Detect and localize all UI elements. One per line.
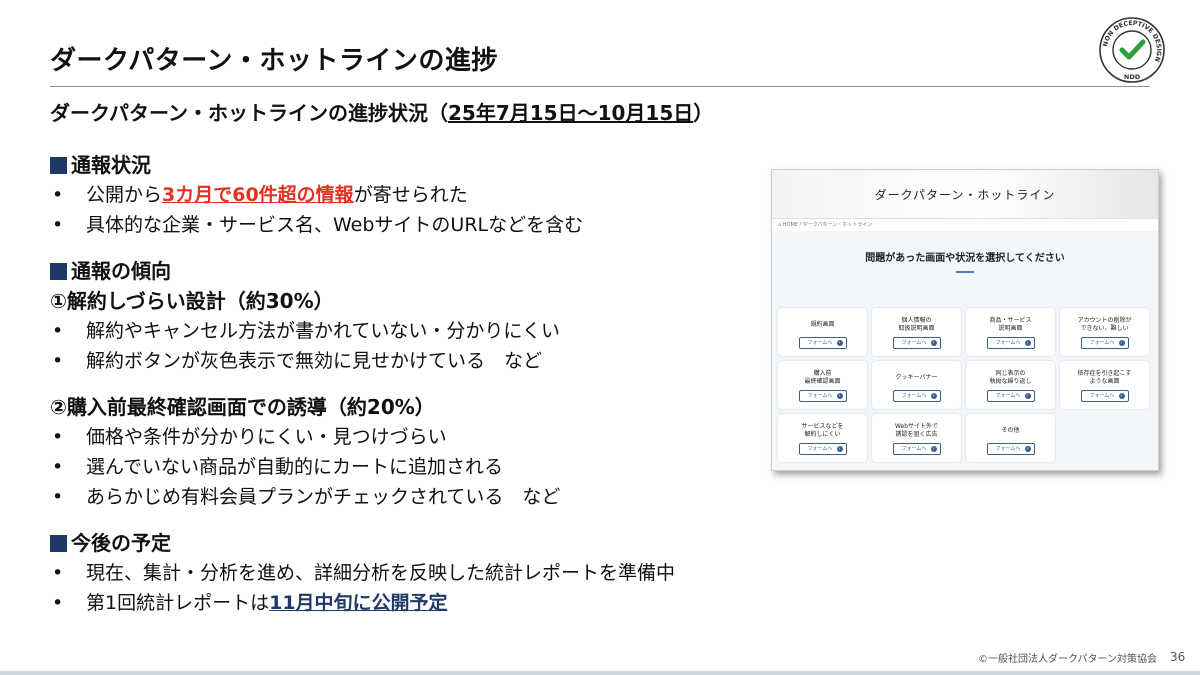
list-item: • 具体的な企業・サービス名、WebサイトのURLなどを含む xyxy=(52,214,584,236)
form-button[interactable]: フォームへ › xyxy=(1080,336,1129,349)
category-card-label: サービスなどを 解約しにくい xyxy=(801,422,844,438)
form-button-label: フォームへ xyxy=(1089,393,1115,399)
category-card[interactable]: アカウントの削除が できない、難しい フォームへ › xyxy=(1060,308,1149,356)
arrow-right-icon: › xyxy=(1024,339,1031,346)
form-button-label: フォームへ xyxy=(901,393,927,399)
category-card[interactable]: 購入前 最終確認画面 フォームへ › xyxy=(778,361,867,409)
arrow-right-icon: › xyxy=(1118,339,1125,346)
form-button[interactable]: フォームへ › xyxy=(892,336,941,349)
breadcrumb: ⌂ HOME / ダークパターン・ホットライン xyxy=(772,219,1158,231)
category-card[interactable]: 個人情報の 取扱説明画面 フォームへ › xyxy=(872,308,961,356)
category-card-label: Webサイト外で 誘認を狙く広告 xyxy=(894,422,939,438)
form-button-label: フォームへ xyxy=(1089,340,1115,346)
page-title: ダークパターン・ホットラインの進捗 xyxy=(50,46,498,76)
footer-copyright: ©一般社団法人ダークパターン対策協会 xyxy=(978,654,1157,665)
form-button[interactable]: フォームへ › xyxy=(798,442,847,455)
form-button[interactable]: フォームへ › xyxy=(798,389,847,402)
highlight-count: 3カ月で60件超の情報 xyxy=(162,184,354,206)
section-plan: 今後の予定 xyxy=(50,528,770,558)
arrow-right-icon: › xyxy=(930,392,937,399)
category-card-label: 商品・サービス 説明画面 xyxy=(989,316,1032,332)
form-button[interactable]: フォームへ › xyxy=(892,442,941,455)
title-divider xyxy=(50,86,1150,87)
arrow-right-icon: › xyxy=(836,392,843,399)
category-card-label: 依存症を引き起こす ような画面 xyxy=(1077,369,1132,385)
hotline-screenshot: ダークパターン・ホットライン ⌂ HOME / ダークパターン・ホットライン 問… xyxy=(771,169,1159,471)
logo-center-text: NDD xyxy=(1124,73,1141,81)
bottom-bar xyxy=(0,671,1200,675)
section-trend: 通報の傾向 xyxy=(50,256,770,286)
form-button[interactable]: フォームへ › xyxy=(986,442,1035,455)
form-button[interactable]: フォームへ › xyxy=(986,336,1035,349)
category-card[interactable]: サービスなどを 解約しにくい フォームへ › xyxy=(778,414,867,462)
category-card-label: 規約画面 xyxy=(810,320,835,328)
category-card[interactable]: 規約画面フォームへ › xyxy=(778,308,867,356)
category-card-label: 個人情報の 取扱説明画面 xyxy=(898,316,935,332)
category-card[interactable]: その他フォームへ › xyxy=(966,414,1055,462)
list-item: • 公開から3カ月で60件超の情報が寄せられた xyxy=(52,184,468,206)
form-button-label: フォームへ xyxy=(995,393,1021,399)
category-card-label: 同じ表示の 執拗な繰り返し xyxy=(989,369,1032,385)
question-underline xyxy=(956,271,974,273)
category-card-label: アカウントの削除が できない、難しい xyxy=(1077,316,1132,332)
list-item: • 選んでいない商品が自動的にカートに追加される xyxy=(52,456,504,478)
form-button-label: フォームへ xyxy=(901,446,927,452)
category-card[interactable]: 同じ表示の 執拗な繰り返し フォームへ › xyxy=(966,361,1055,409)
subtitle-main: ダークパターン・ホットラインの進捗状況（ xyxy=(50,101,448,125)
category-grid: 規約画面 フォームへ › 個人情報の 取扱説明画面 フォームへ › 商品・サービス 説明画面… xyxy=(778,308,1154,462)
ndd-logo-icon: NON DECEPTIVE DESIGN NDD xyxy=(1099,17,1165,83)
slide: ダークパターン・ホットラインの進捗 NON DECEPTIVE DESIGN N… xyxy=(0,0,1200,675)
list-item: • あらかじめ有料会員プランがチェックされている など xyxy=(52,486,561,508)
category-card-label: 購入前 最終確認画面 xyxy=(804,369,841,385)
subtitle-period: 25年7月15日～10月15日 xyxy=(448,101,694,125)
form-button[interactable]: フォームへ › xyxy=(798,336,847,349)
form-button-label: フォームへ xyxy=(901,340,927,346)
body-text: 通報状況 • 公開から3カ月で60件超の情報が寄せられた • 具体的な企業・サービス… xyxy=(50,150,770,618)
category-card[interactable]: クッキーバナー フォームへ › xyxy=(872,361,961,409)
trend-sub-heading: ①解約しづらい設計（約30%） xyxy=(50,289,334,313)
subtitle-close: ） xyxy=(693,101,714,125)
screenshot-header: ダークパターン・ホットライン xyxy=(772,170,1158,219)
form-button-label: フォームへ xyxy=(807,340,833,346)
screenshot-question: 問題があった画面や状況を選択してください xyxy=(865,253,1065,264)
square-bullet-icon xyxy=(50,156,67,174)
arrow-right-icon: › xyxy=(836,445,843,452)
trend-sub-heading: ②購入前最終確認画面での誘導（約20%） xyxy=(50,395,435,419)
page-number: 36 xyxy=(1170,650,1186,664)
arrow-right-icon: › xyxy=(1118,392,1125,399)
form-button[interactable]: フォームへ › xyxy=(986,389,1035,402)
arrow-right-icon: › xyxy=(930,339,937,346)
category-card[interactable]: 依存症を引き起こす ような画面 フォームへ › xyxy=(1060,361,1149,409)
square-bullet-icon xyxy=(50,534,67,552)
arrow-right-icon: › xyxy=(836,339,843,346)
form-button-label: フォームへ xyxy=(995,446,1021,452)
category-card[interactable]: Webサイト外で 誘認を狙く広告 フォームへ › xyxy=(872,414,961,462)
form-button-label: フォームへ xyxy=(807,446,833,452)
square-bullet-icon xyxy=(50,262,67,280)
arrow-right-icon: › xyxy=(1024,392,1031,399)
arrow-right-icon: › xyxy=(930,445,937,452)
form-button[interactable]: フォームへ › xyxy=(892,389,941,402)
highlight-release: 11月中旬に公開予定 xyxy=(269,592,448,614)
category-card-label: その他 xyxy=(1001,426,1020,434)
list-item: • 解約ボタンが灰色表示で無効に見せかけている など xyxy=(52,350,543,372)
form-button[interactable]: フォームへ › xyxy=(1080,389,1129,402)
category-card[interactable]: 商品・サービス 説明画面 フォームへ › xyxy=(966,308,1055,356)
list-item: • 価格や条件が分かりにくい・見つけづらい xyxy=(52,426,447,448)
list-item: • 現在、集計・分析を進め、詳細分析を反映した統計レポートを準備中 xyxy=(52,562,676,584)
list-item: • 第1回統計レポートは11月中旬に公開予定 xyxy=(52,592,448,614)
category-card-label: クッキーバナー xyxy=(895,373,938,381)
arrow-right-icon: › xyxy=(1024,445,1031,452)
form-button-label: フォームへ xyxy=(995,340,1021,346)
form-button-label: フォームへ xyxy=(807,393,833,399)
subtitle: ダークパターン・ホットラインの進捗状況（25年7月15日～10月15日） xyxy=(50,97,713,126)
list-item: • 解約やキャンセル方法が書かれていない・分かりにくい xyxy=(52,320,561,342)
section-report-status: 通報状況 xyxy=(50,150,770,180)
